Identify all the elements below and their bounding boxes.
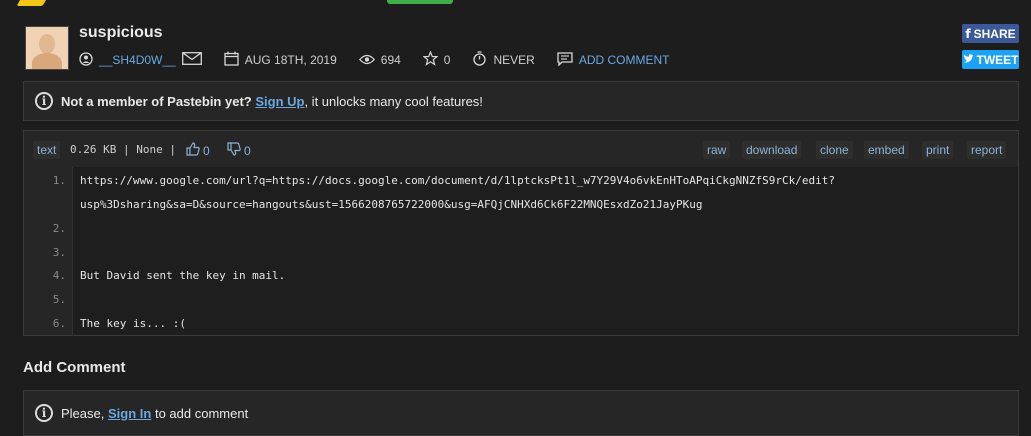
thumbs-down-icon: [227, 142, 241, 159]
clone-button[interactable]: clone: [816, 141, 853, 159]
info-icon: i: [35, 92, 53, 110]
info-icon: i: [35, 404, 53, 422]
author-link[interactable]: __SH4D0W__: [99, 53, 176, 67]
signin-link[interactable]: Sign In: [108, 406, 151, 421]
download-button[interactable]: download: [742, 141, 802, 159]
embed-button[interactable]: embed: [864, 141, 909, 159]
top-nav-strip: [0, 0, 1031, 14]
like-button[interactable]: 0: [186, 142, 210, 159]
line-number: 2.: [52, 222, 66, 235]
line-content: usp%3Dsharing&sa=D&source=hangouts&ust=1…: [80, 198, 703, 211]
avatar[interactable]: [25, 26, 69, 70]
star-count: 0: [443, 52, 451, 67]
expiry: NEVER: [493, 52, 535, 67]
paste-toolbar: text 0.26 KB | None | 0 0 raw download c…: [24, 131, 1018, 167]
line-content: https://www.google.com/url?q=https://doc…: [80, 174, 835, 187]
like-count: 0: [203, 143, 210, 158]
twitter-icon: [963, 53, 974, 67]
share-label: SHARE: [973, 26, 1016, 41]
notice-suffix: , it unlocks many cool features!: [304, 93, 483, 109]
line-number: 4.: [52, 269, 66, 282]
line-number: 3.: [52, 246, 66, 259]
dislike-button[interactable]: 0: [227, 142, 251, 159]
signup-notice: i Not a member of Pastebin yet? Sign Up,…: [23, 81, 1019, 121]
view-count: 694: [380, 52, 401, 67]
notice-prefix: Not a member of Pastebin yet?: [61, 93, 252, 109]
line-content: The key is... :(: [80, 317, 186, 330]
avatar-head: [39, 34, 55, 54]
eye-icon: [358, 53, 375, 67]
user-icon: [79, 51, 93, 68]
line-number: 1.: [52, 174, 66, 187]
pastebin-logo[interactable]: [16, 0, 50, 6]
tweet-label: TWEET: [976, 52, 1019, 67]
raw-button[interactable]: raw: [703, 141, 731, 159]
facebook-icon: f: [965, 26, 971, 41]
paste-title: suspicious: [79, 24, 163, 41]
add-comment-link[interactable]: ADD COMMENT: [579, 53, 670, 67]
paste-info: 0.26 KB | None |: [70, 143, 176, 156]
timer-icon: [472, 51, 487, 68]
twitter-tweet-button[interactable]: TWEET: [962, 50, 1019, 69]
line-number: 6.: [52, 317, 66, 330]
comment-icon[interactable]: [557, 51, 573, 68]
new-paste-button[interactable]: [387, 0, 453, 4]
star-icon[interactable]: [422, 50, 439, 68]
syntax-tag[interactable]: text: [33, 141, 61, 159]
signin-text: Please, Sign In to add comment: [61, 406, 248, 421]
signin-prefix: Please,: [61, 405, 105, 421]
paste-date: AUG 18TH, 2019: [244, 52, 337, 67]
line-number: 5.: [52, 293, 66, 306]
mail-icon[interactable]: [181, 52, 202, 67]
signin-notice: i Please, Sign In to add comment: [23, 390, 1019, 436]
facebook-share-button[interactable]: f SHARE: [962, 24, 1019, 43]
print-button[interactable]: print: [922, 141, 954, 159]
add-comment-heading: Add Comment: [23, 359, 126, 376]
signup-link[interactable]: Sign Up: [255, 94, 304, 109]
paste-header: suspicious __SH4D0W__ AUG 18TH, 2019 694…: [23, 24, 1019, 74]
paste-box: text 0.26 KB | None | 0 0 raw download c…: [23, 130, 1019, 336]
report-button[interactable]: report: [967, 141, 1007, 159]
paste-meta: __SH4D0W__ AUG 18TH, 2019 694 0 NEVER AD…: [79, 50, 670, 68]
signin-suffix: to add comment: [154, 405, 249, 421]
notice-text: Not a member of Pastebin yet? Sign Up, i…: [61, 94, 483, 109]
calendar-icon: [224, 51, 239, 68]
avatar-body: [32, 53, 62, 69]
line-content: But David sent the key in mail.: [80, 269, 286, 282]
dislike-count: 0: [244, 143, 251, 158]
code-area[interactable]: 1. https://www.google.com/url?q=https://…: [24, 167, 1018, 335]
thumbs-up-icon: [186, 142, 200, 159]
